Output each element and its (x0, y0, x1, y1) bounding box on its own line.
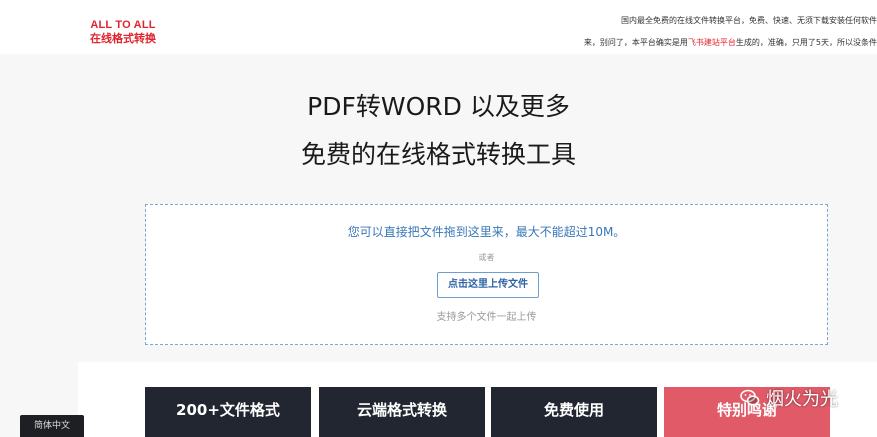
wechat-icon (740, 389, 760, 406)
wechat-watermark: 烟火为光 (740, 384, 838, 412)
announcement-text-a: 来，别问了，本平台确实是用 (583, 38, 688, 47)
feature-card-cloud[interactable]: 云端格式转换 (319, 387, 485, 437)
watermark-text: 烟火为光 (766, 389, 838, 410)
language-switcher[interactable]: 简体中文 (20, 415, 84, 437)
dropzone-or: 或者 (478, 253, 495, 262)
feature-card-free[interactable]: 免费使用 (491, 387, 657, 437)
logo-line-1: ALL TO ALL (90, 19, 156, 31)
announcement-text-b: 生成的，准确，只用了5天，所以没条件的 (735, 38, 877, 47)
upload-file-button[interactable]: 点击这里上传文件 (437, 272, 539, 298)
file-dropzone[interactable]: 您可以直接把文件拖到这里来，最大不能超过10M。 或者 点击这里上传文件 支持多… (145, 204, 828, 345)
site-logo[interactable]: ALL TO ALL 在线格式转换 (88, 19, 158, 45)
dropzone-hint: 您可以直接把文件拖到这里来，最大不能超过10M。 (347, 225, 626, 239)
logo-line-2: 在线格式转换 (90, 32, 156, 45)
site-header: ALL TO ALL 在线格式转换 国内最全免费的在线文件转换平台，免费、快速、… (0, 0, 877, 54)
announcement-highlight[interactable]: 飞书建站平台 (688, 38, 736, 47)
announcement-line-2: 来，别问了，本平台确实是用飞书建站平台生成的，准确，只用了5天，所以没条件的 (575, 37, 877, 48)
hero-subheadline: 免费的在线格式转换工具 (300, 140, 576, 169)
feature-card-formats[interactable]: 200+文件格式 (145, 387, 311, 437)
hero-headline: PDF转WORD 以及更多 (307, 92, 570, 121)
announcement-line-1: 国内最全免费的在线文件转换平台，免费、快速、无须下载安装任何软件 (621, 16, 877, 25)
dropzone-subtext: 支持多个文件一起上传 (436, 312, 537, 323)
